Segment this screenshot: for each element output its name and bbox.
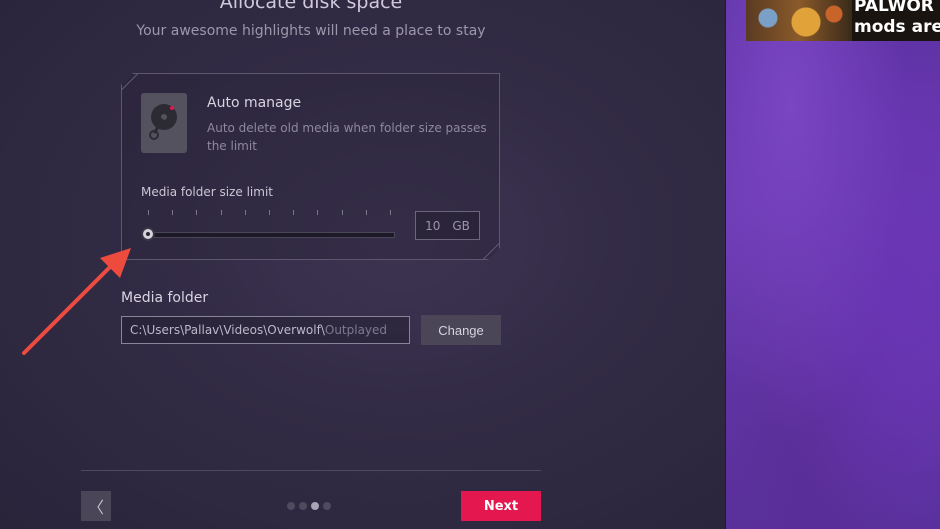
slider-tick	[148, 210, 149, 215]
slider-tick	[366, 210, 367, 215]
slider-tick	[172, 210, 173, 215]
promo-line-1: PALWOR	[854, 0, 934, 16]
next-button[interactable]: Next	[461, 491, 541, 521]
slider-tick	[293, 210, 294, 215]
size-limit-label: Media folder size limit	[141, 185, 273, 199]
card-corner-decoration	[483, 243, 500, 260]
slider-ticks	[148, 210, 391, 218]
change-folder-button[interactable]: Change	[421, 315, 501, 345]
media-folder-label: Media folder	[121, 290, 209, 306]
slider-tick	[221, 210, 222, 215]
promo-banner[interactable]: PALWOR mods are h	[746, 0, 940, 41]
promo-text: PALWOR mods are h	[854, 0, 940, 38]
slider-tick	[269, 210, 270, 215]
background-area	[726, 0, 940, 529]
page-subtitle: Your awesome highlights will need a plac…	[136, 23, 486, 39]
path-leaf: Outplayed	[324, 323, 388, 337]
back-button[interactable]: 〈	[81, 491, 111, 521]
footer-divider	[81, 470, 541, 471]
path-base: C:\Users\Pallav\Videos\Overwolf\	[130, 323, 325, 337]
media-folder-path-field[interactable]: C:\Users\Pallav\Videos\Overwolf\ Outplaye…	[121, 316, 410, 344]
size-limit-unit: GB	[452, 218, 470, 233]
size-limit-slider-handle[interactable]	[141, 227, 155, 241]
promo-image	[746, 0, 852, 41]
slider-tick	[390, 210, 391, 215]
page-indicator	[287, 502, 331, 510]
promo-line-2: mods are h	[854, 17, 940, 37]
page-dot	[311, 502, 319, 510]
page-dot	[287, 502, 295, 510]
page-dot	[299, 502, 307, 510]
auto-manage-title: Auto manage	[207, 95, 302, 111]
size-limit-value: 10	[425, 218, 441, 233]
page-title: Allocate disk space	[219, 0, 403, 13]
page-dot	[323, 502, 331, 510]
card-corner-decoration	[121, 73, 138, 90]
size-limit-slider-track[interactable]	[147, 232, 395, 238]
auto-manage-description: Auto delete old media when folder size p…	[207, 121, 487, 153]
slider-tick	[245, 210, 246, 215]
slider-tick	[342, 210, 343, 215]
slider-tick	[317, 210, 318, 215]
slider-tick	[196, 210, 197, 215]
hard-drive-icon	[141, 93, 187, 153]
size-limit-input[interactable]: 10 GB	[415, 211, 480, 240]
